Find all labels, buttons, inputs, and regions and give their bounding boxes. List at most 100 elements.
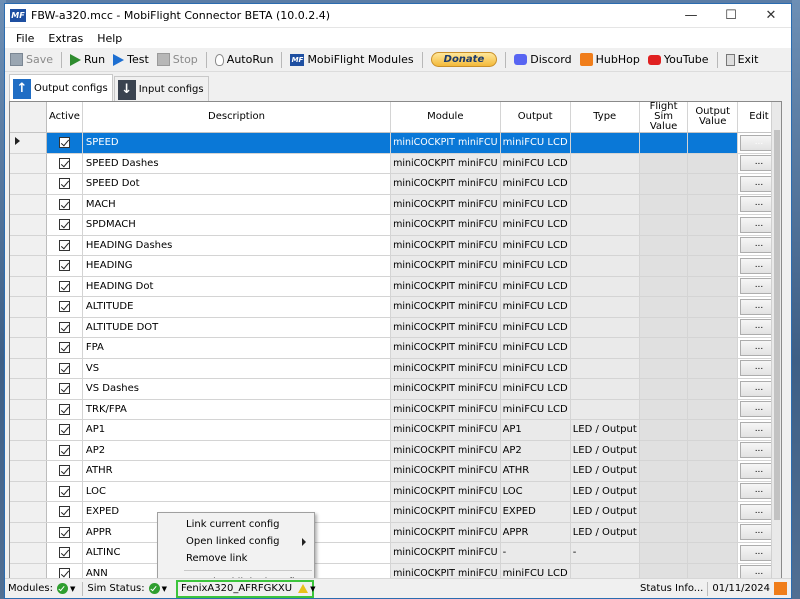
row-header[interactable]: [10, 255, 47, 277]
sim-status[interactable]: Sim Status: ▼: [87, 583, 170, 594]
column-header-active[interactable]: Active: [46, 102, 83, 133]
active-checkbox-cell[interactable]: [46, 153, 83, 174]
row-header[interactable]: [10, 173, 47, 195]
description-cell[interactable]: AP2: [82, 440, 392, 461]
table-row[interactable]: SPEED Dot miniCOCKPIT miniFCU miniFCU LCD.…: [10, 173, 781, 195]
row-header[interactable]: [10, 501, 47, 523]
table-row[interactable]: ALTITUDE miniCOCKPIT miniFCU miniFCU LCD..…: [10, 296, 781, 318]
table-row[interactable]: HEADING Dot miniCOCKPIT miniFCU miniFCU LC…: [10, 276, 781, 297]
active-checkbox[interactable]: [58, 239, 70, 251]
menu-item-open-linked-config[interactable]: Open linked config: [158, 533, 314, 550]
table-row[interactable]: SPDMACH miniCOCKPIT miniFCU miniFCU LCD...: [10, 214, 781, 236]
active-checkbox[interactable]: [58, 403, 70, 415]
youtube-button[interactable]: YouTube: [647, 53, 709, 66]
description-cell[interactable]: HEADING Dashes: [82, 235, 392, 256]
description-cell[interactable]: VS: [82, 358, 392, 379]
table-row[interactable]: HEADING miniCOCKPIT miniFCU miniFCU LCD...: [10, 255, 781, 277]
active-checkbox[interactable]: [58, 506, 70, 517]
stop-button[interactable]: Stop: [156, 53, 198, 66]
save-button[interactable]: Save: [10, 53, 53, 66]
active-checkbox-cell[interactable]: [46, 378, 83, 400]
active-checkbox[interactable]: [58, 383, 70, 394]
description-cell[interactable]: SPEED: [82, 132, 392, 154]
row-header[interactable]: [10, 419, 47, 441]
row-header[interactable]: [10, 132, 47, 154]
description-cell[interactable]: HEADING: [82, 255, 392, 277]
mobiflight-modules-button[interactable]: MF MobiFlight Modules: [290, 53, 414, 66]
active-checkbox[interactable]: [58, 321, 70, 333]
description-cell[interactable]: SPEED Dashes: [82, 153, 392, 174]
row-header[interactable]: [10, 153, 47, 174]
column-header-flight-sim-value[interactable]: Flight Sim Value: [639, 102, 689, 133]
menu-file[interactable]: File: [9, 32, 41, 45]
row-header[interactable]: [10, 481, 47, 502]
active-checkbox[interactable]: [58, 301, 70, 312]
column-header-type[interactable]: Type: [570, 102, 640, 133]
row-header[interactable]: [10, 214, 47, 236]
active-checkbox[interactable]: [58, 526, 70, 538]
menu-item-remove-link[interactable]: Remove link: [158, 550, 314, 567]
active-checkbox-cell[interactable]: [46, 317, 83, 338]
table-row[interactable]: TRK/FPA miniCOCKPIT miniFCU miniFCU LCD...: [10, 399, 781, 420]
description-cell[interactable]: ALTITUDE DOT: [82, 317, 392, 338]
table-row[interactable]: ALTINC miniCOCKPIT miniFCU - -...: [10, 542, 781, 564]
donate-button[interactable]: Donate: [430, 52, 498, 67]
status-info-link[interactable]: Status Info...: [640, 583, 703, 594]
description-cell[interactable]: LOC: [82, 481, 392, 502]
row-header[interactable]: [10, 317, 47, 338]
table-row[interactable]: ATHR miniCOCKPIT miniFCU ATHR LED / Output.…: [10, 460, 781, 482]
table-row[interactable]: FPA miniCOCKPIT miniFCU miniFCU LCD...: [10, 337, 781, 359]
active-checkbox[interactable]: [58, 465, 70, 476]
active-checkbox[interactable]: [58, 219, 70, 230]
active-checkbox-cell[interactable]: [46, 276, 83, 297]
active-checkbox[interactable]: [58, 547, 70, 558]
minimize-button[interactable]: —: [671, 4, 711, 28]
maximize-button[interactable]: ☐: [711, 4, 751, 28]
linked-profile-dropdown[interactable]: FenixA320_AFRFGKXU ▼: [176, 579, 316, 598]
row-header[interactable]: [10, 235, 47, 256]
column-header-module[interactable]: Module: [390, 102, 501, 133]
row-header[interactable]: [10, 296, 47, 318]
hubhop-status-icon[interactable]: [774, 582, 787, 595]
vertical-scrollbar[interactable]: [771, 102, 781, 578]
description-cell[interactable]: FPA: [82, 337, 392, 359]
table-row[interactable]: EXPED miniCOCKPIT miniFCU EXPED LED / Outpu…: [10, 501, 781, 523]
active-checkbox[interactable]: [58, 178, 70, 189]
row-header[interactable]: [10, 358, 47, 379]
row-header[interactable]: [10, 440, 47, 461]
test-button[interactable]: Test: [113, 53, 149, 66]
row-header[interactable]: [10, 399, 47, 420]
active-checkbox-cell[interactable]: [46, 235, 83, 256]
row-header[interactable]: [10, 563, 47, 578]
active-checkbox-cell[interactable]: [46, 460, 83, 482]
row-header[interactable]: [10, 542, 47, 564]
table-row[interactable]: ALTITUDE DOT miniCOCKPIT miniFCU miniFCU L…: [10, 317, 781, 338]
row-header[interactable]: [10, 522, 47, 543]
active-checkbox-cell[interactable]: [46, 481, 83, 502]
table-row[interactable]: VS Dashes miniCOCKPIT miniFCU miniFCU LCD.…: [10, 378, 781, 400]
row-header[interactable]: [10, 460, 47, 482]
column-header-description[interactable]: Description: [82, 102, 392, 133]
active-checkbox[interactable]: [58, 424, 70, 435]
active-checkbox[interactable]: [58, 137, 70, 148]
description-cell[interactable]: SPDMACH: [82, 214, 392, 236]
active-checkbox-cell[interactable]: [46, 214, 83, 236]
menu-extras[interactable]: Extras: [41, 32, 90, 45]
scrollbar-thumb[interactable]: [774, 130, 780, 520]
active-checkbox-cell[interactable]: [46, 563, 83, 578]
row-header[interactable]: [10, 378, 47, 400]
description-cell[interactable]: MACH: [82, 194, 392, 215]
tab-output-configs[interactable]: ↑ Output configs: [9, 74, 113, 102]
description-cell[interactable]: HEADING Dot: [82, 276, 392, 297]
row-header[interactable]: [10, 337, 47, 359]
exit-button[interactable]: Exit: [725, 53, 758, 66]
description-cell[interactable]: SPEED Dot: [82, 173, 392, 195]
menu-item-link-current-config[interactable]: Link current config: [158, 516, 314, 533]
active-checkbox-cell[interactable]: [46, 358, 83, 379]
active-checkbox[interactable]: [58, 444, 70, 456]
autorun-button[interactable]: AutoRun: [214, 53, 273, 66]
column-header-output-value[interactable]: Output Value: [687, 102, 738, 133]
row-header[interactable]: [10, 276, 47, 297]
row-header[interactable]: [10, 194, 47, 215]
active-checkbox[interactable]: [58, 567, 70, 578]
